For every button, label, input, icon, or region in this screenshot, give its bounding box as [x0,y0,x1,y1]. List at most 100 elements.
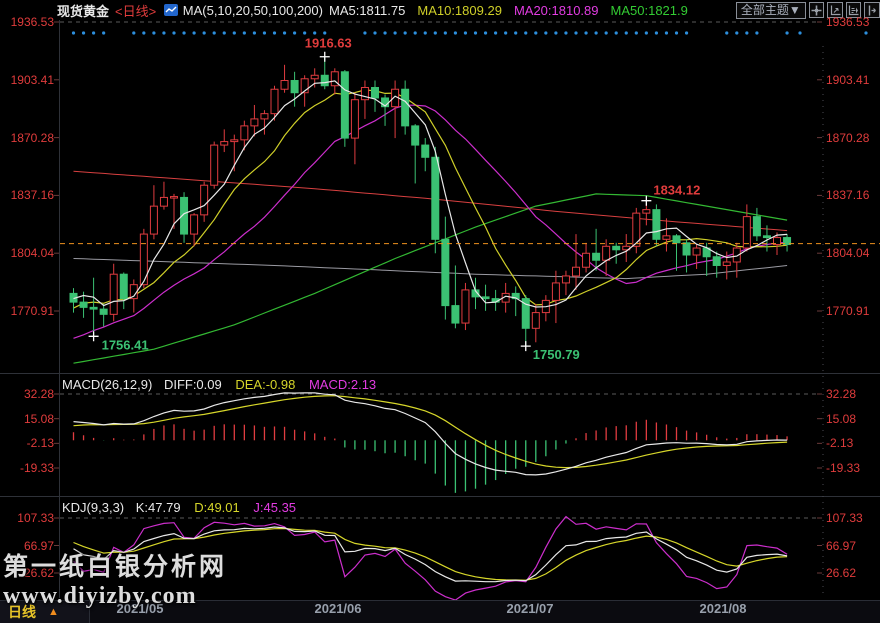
candle-body [643,210,650,213]
candle-body [241,126,248,140]
candle-body [693,248,700,255]
candle-body [160,197,167,206]
session-marker-dot [203,31,206,34]
extreme-price-label: 1756.41 [102,337,149,352]
session-marker-dot [424,31,427,34]
y-axis-label: -2.13 [0,437,54,449]
y-axis-label: 1903.41 [0,74,54,86]
session-marker-dot [283,31,286,34]
extreme-cross-marker [641,196,651,206]
candle-body [683,243,690,255]
y-axis-label: 1936.53 [826,16,869,28]
session-marker-dot [243,31,246,34]
tab-daily[interactable]: 日线 ▲ [0,601,90,623]
session-marker-dot [303,31,306,34]
chart-canvas[interactable]: 1916.631834.121756.411750.79 [0,0,880,623]
session-marker-dot [132,31,135,34]
j-line [74,517,788,601]
extreme-price-label: 1834.12 [653,183,700,198]
candle-body [422,145,429,157]
y-axis-label: 107.33 [0,512,54,524]
session-marker-dot [864,31,867,34]
session-marker-dot [625,31,628,34]
session-marker-dot [735,31,738,34]
session-marker-dot [263,31,266,34]
session-marker-dot [373,31,376,34]
session-marker-dot [102,31,105,34]
dea-line [74,396,788,468]
session-marker-dot [574,31,577,34]
session-marker-dot [383,31,386,34]
session-marker-dot [223,31,226,34]
candle-body [583,253,590,267]
session-marker-dot [755,31,758,34]
session-marker-dot [655,31,658,34]
kdj-k-value: K:47.79 [136,500,181,515]
candle-body [221,142,228,145]
session-marker-dot [524,31,527,34]
candle-body [452,306,459,323]
candle-body [211,145,218,185]
session-marker-dot [635,31,638,34]
y-axis-label: 107.33 [826,512,863,524]
session-marker-dot [595,31,598,34]
y-axis-label: 26.62 [826,567,856,579]
extreme-cross-marker [521,341,531,351]
candle-body [291,81,298,93]
session-marker-dot [685,31,688,34]
session-marker-dot [142,31,145,34]
candle-body [532,313,539,329]
y-axis-label: 1837.16 [826,189,869,201]
candle-body [663,236,670,239]
macd-macd-value: MACD:2.13 [309,377,376,392]
y-axis-label: 1870.28 [0,132,54,144]
session-marker-dot [394,31,397,34]
session-marker-dot [514,31,517,34]
candle-body [462,290,469,323]
y-axis-label: 1870.28 [826,132,869,144]
chevron-up-icon: ▲ [48,606,59,618]
candle-body [432,157,439,239]
candle-body [311,75,318,78]
y-axis-label: 1804.04 [826,247,869,259]
session-marker-dot [172,31,175,34]
y-axis-label: 1804.04 [0,247,54,259]
candle-body [281,81,288,90]
candle-body [552,283,559,300]
session-marker-dot [213,31,216,34]
session-marker-dot [745,31,748,34]
session-marker-dot [504,31,507,34]
session-marker-dot [162,31,165,34]
session-marker-dot [554,31,557,34]
session-marker-dot [454,31,457,34]
session-marker-dot [323,31,326,34]
candle-body [110,274,117,314]
x-axis-month-label: 2021/08 [700,601,747,616]
candle-body [613,246,620,249]
session-marker-dot [605,31,608,34]
candle-body [402,89,409,126]
candle-body [191,215,198,234]
macd-title: MACD(26,12,9) [62,377,152,392]
candle-body [201,185,208,215]
y-axis-label: 26.62 [0,567,54,579]
session-marker-dot [785,31,788,34]
candle-body [100,309,107,314]
x-axis-month-label: 2021/07 [507,601,554,616]
session-marker-dot [182,31,185,34]
candle-body [271,89,278,113]
extreme-cross-marker [89,331,99,341]
extreme-price-label: 1916.63 [305,36,352,51]
kdj-header: KDJ(9,3,3) K:47.79 D:49.01 J:45.35 [62,500,296,515]
candle-body [603,246,610,260]
session-marker-dot [414,31,417,34]
candle-body [713,257,720,266]
session-marker-dot [725,31,728,34]
session-marker-dot [675,31,678,34]
candle-body [763,236,770,238]
tab-daily-label: 日线 [8,602,36,622]
kdj-title: KDJ(9,3,3) [62,500,124,515]
candle-body [562,276,569,283]
session-marker-dot [72,31,75,34]
session-marker-dot [798,31,801,34]
